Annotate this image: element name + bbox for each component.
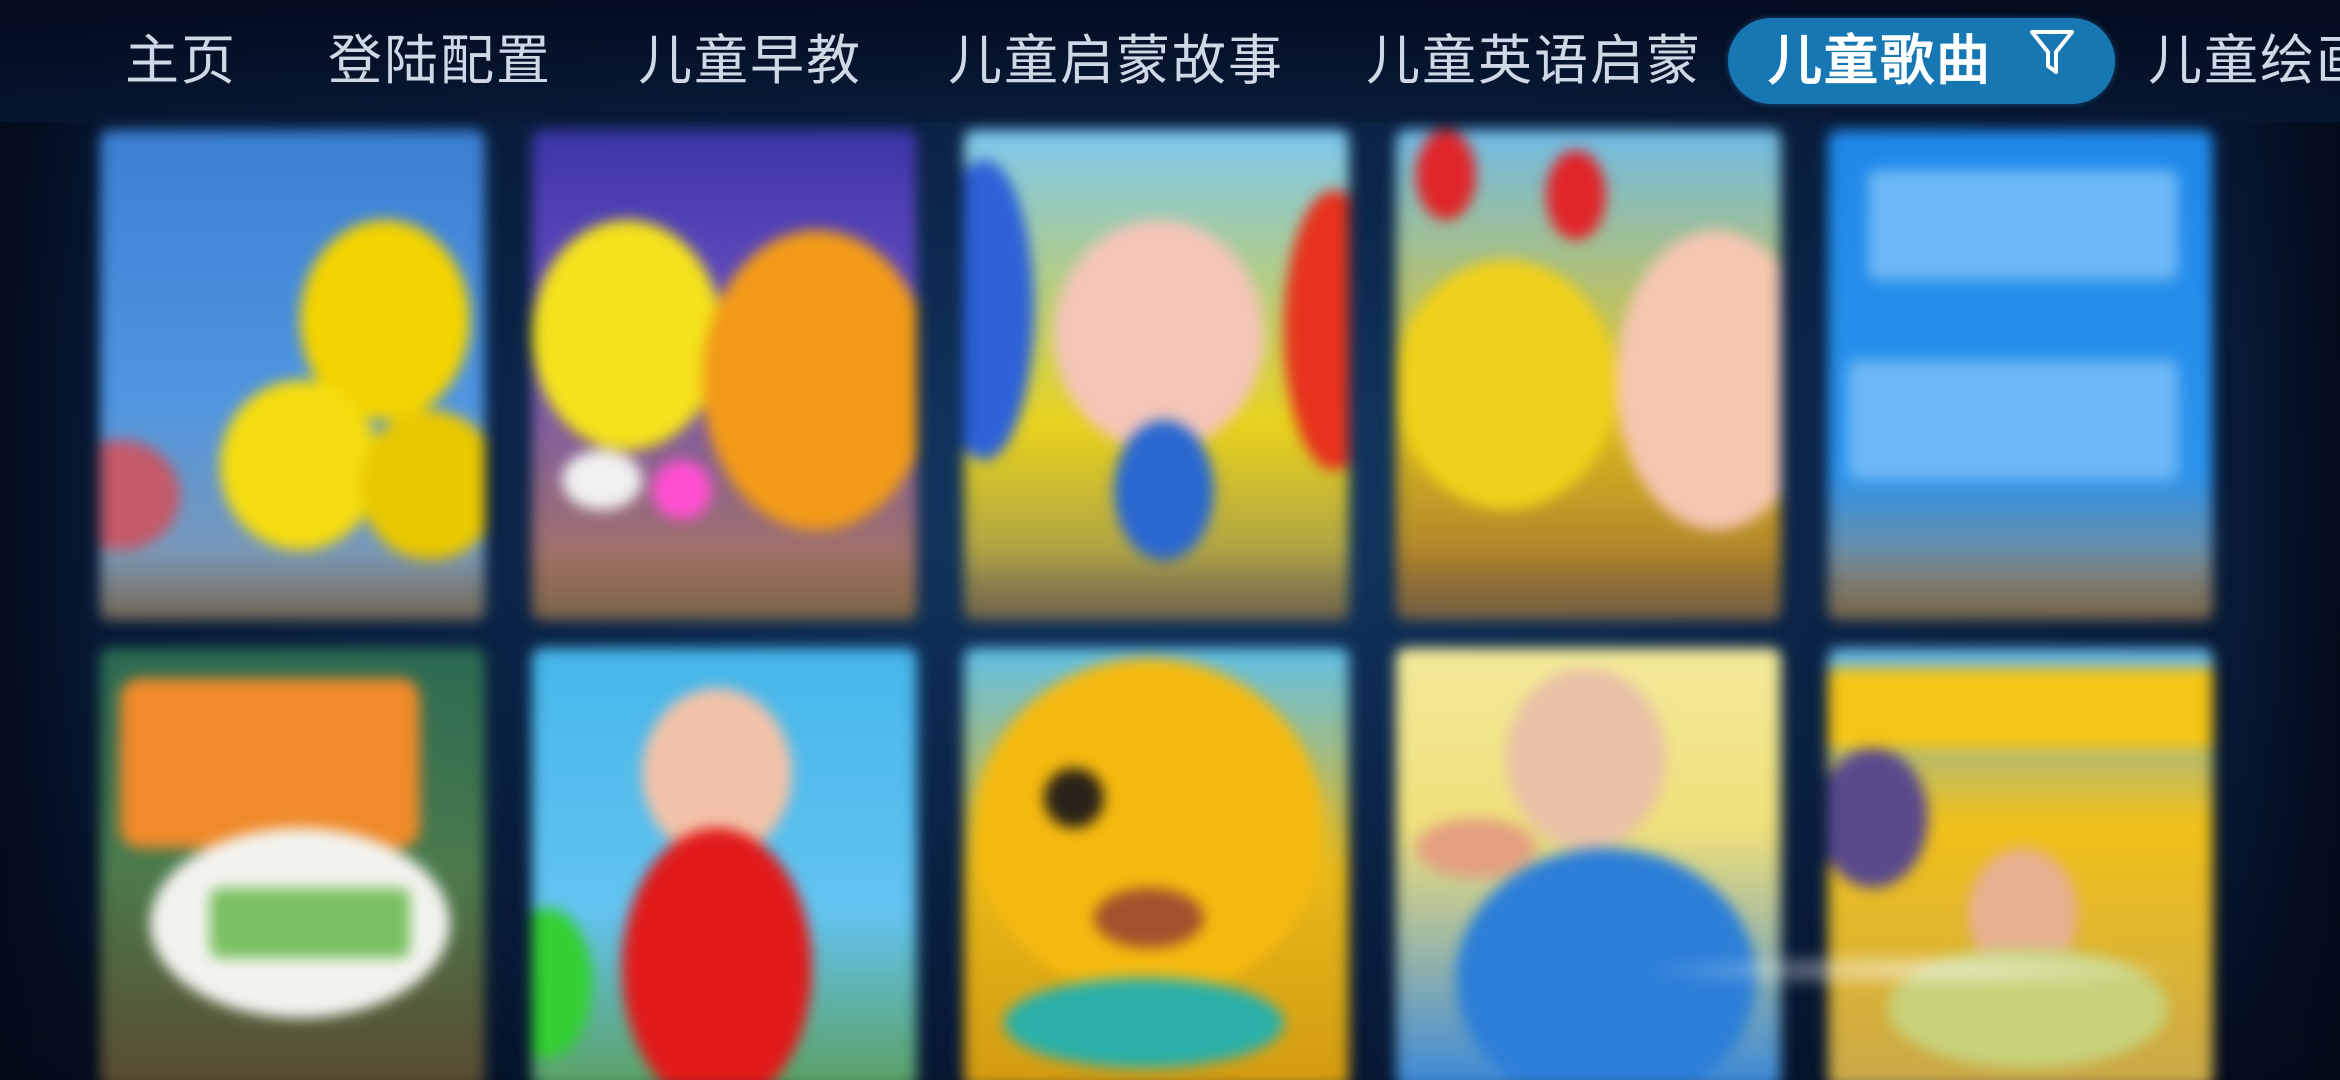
content-grid	[100, 128, 2220, 1080]
tab-home[interactable]: 主页	[125, 18, 237, 104]
tab-early-education[interactable]: 儿童早教	[638, 18, 862, 104]
video-card[interactable]	[532, 648, 917, 1080]
category-tabs: 主页 登陆配置 儿童早教 儿童启蒙故事 儿童英语启蒙 儿童歌曲 儿童绘画	[0, 0, 2340, 122]
light-glint	[1640, 950, 2200, 990]
app-screen: 主页 登陆配置 儿童早教 儿童启蒙故事 儿童英语启蒙 儿童歌曲 儿童绘画	[0, 0, 2340, 1080]
right-edge-fade	[2240, 122, 2340, 1080]
tab-childrens-songs[interactable]: 儿童歌曲	[1728, 18, 2115, 104]
video-card[interactable]	[100, 648, 485, 1080]
video-card[interactable]	[964, 130, 1349, 620]
tab-childrens-songs-label: 儿童歌曲	[1768, 29, 1992, 92]
tab-enlightenment-stories[interactable]: 儿童启蒙故事	[948, 18, 1284, 104]
tab-english-enlightenment[interactable]: 儿童英语启蒙	[1366, 18, 1702, 104]
filter-icon[interactable]	[2029, 17, 2075, 103]
tab-childrens-drawing[interactable]: 儿童绘画	[2148, 18, 2340, 104]
tab-login-config[interactable]: 登陆配置	[328, 18, 552, 104]
left-edge-fade	[0, 122, 100, 1080]
video-card[interactable]	[1828, 130, 2213, 620]
video-card[interactable]	[1828, 648, 2213, 1080]
video-card[interactable]	[1396, 130, 1781, 620]
video-card[interactable]	[100, 130, 485, 620]
video-card[interactable]	[1396, 648, 1781, 1080]
video-card[interactable]	[532, 130, 917, 620]
video-card[interactable]	[964, 648, 1349, 1080]
